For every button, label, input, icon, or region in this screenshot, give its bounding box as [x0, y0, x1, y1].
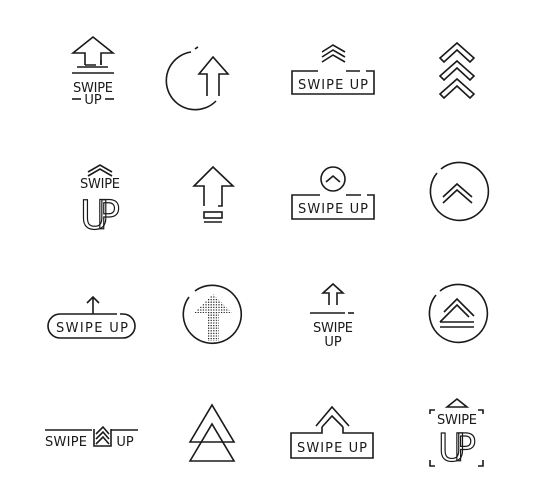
swipe-text: SWIPE: [80, 177, 120, 192]
chevrons-box-swipe-up-icon: SWIPE UP: [291, 44, 375, 95]
swipe-text: SWIPE: [45, 435, 87, 450]
circle-dotted-arrow-up-icon: [182, 284, 243, 345]
pill-arrow-swipe-up-icon: SWIPE UP: [47, 295, 136, 339]
icon-grid: SWIPE UP SWIPE UP SWIPE UP SWIPE UP SWIP…: [45, 35, 490, 471]
arrow-line-swipe-up-icon: SWIPE UP: [310, 282, 354, 350]
up-text: UP: [116, 435, 134, 450]
up-text: UP: [84, 93, 102, 108]
double-triangle-up-icon: [188, 403, 236, 462]
dotted-arrow: [194, 294, 232, 341]
swipe-up-icon-set: SWIPE UP SWIPE UP SWIPE UP SWIPE UP SWIP…: [0, 0, 539, 500]
swipe-up-text: SWIPE UP: [56, 321, 128, 336]
house-chevron-box-swipe-up-icon: SWIPE UP: [290, 405, 374, 459]
chevron-swipe-big-up-icon: SWIPE UP: [79, 164, 121, 240]
bracket-frame-swipe-up-icon: SWIPE UP: [429, 397, 484, 471]
circle-double-chevron-up-icon: [429, 161, 490, 222]
circle-arrow-up-icon: [165, 46, 230, 111]
house-arrow-swipe-up-icon: SWIPE UP: [70, 35, 116, 108]
swipe-up-text: SWIPE UP: [297, 441, 367, 456]
circle-triangle-up-icon: [428, 283, 489, 344]
up-text: UP: [80, 193, 120, 239]
inline-chevron-swipe-up-icon: SWIPE UP: [45, 425, 138, 450]
arrow-up-with-bars-icon: [192, 165, 236, 223]
triple-chevron-up-icon: [438, 41, 476, 100]
circle-chevron-box-swipe-up-icon: SWIPE UP: [291, 166, 375, 220]
up-text: UP: [324, 335, 342, 350]
swipe-up-text: SWIPE UP: [298, 78, 368, 93]
swipe-text: SWIPE: [313, 321, 353, 336]
up-text: UP: [438, 426, 476, 470]
swipe-up-text: SWIPE UP: [298, 202, 368, 217]
